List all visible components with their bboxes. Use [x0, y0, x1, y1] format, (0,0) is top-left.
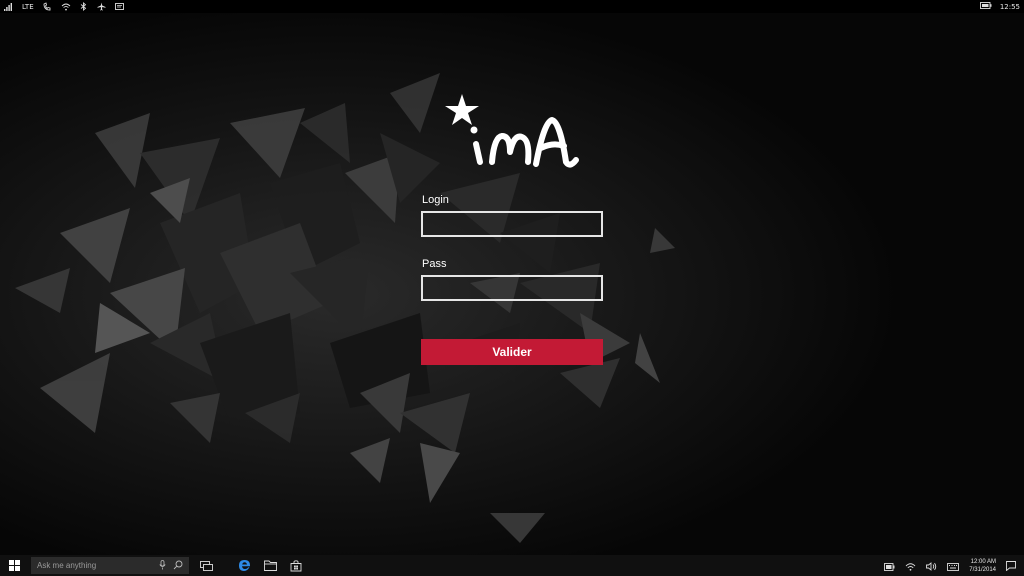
search-icon[interactable] [173, 560, 183, 572]
status-bar: LTE 12:55 [0, 0, 1024, 13]
tray-wifi-icon[interactable] [905, 556, 916, 575]
windows-icon [8, 560, 20, 571]
pass-label: Pass [422, 258, 447, 270]
notification-icon[interactable] [1006, 556, 1016, 575]
microphone-icon[interactable] [159, 560, 166, 572]
bluetooth-icon [79, 2, 88, 11]
volume-icon[interactable] [926, 556, 937, 575]
file-explorer-icon[interactable] [257, 555, 283, 576]
search-placeholder: Ask me anything [37, 561, 97, 570]
clock-time: 12:00 AM [970, 558, 996, 565]
taskbar: Ask me anything 12:00 AM 7/31/2014 [0, 555, 1024, 576]
start-button[interactable] [0, 555, 28, 576]
valider-button[interactable]: Valider [421, 339, 603, 365]
wifi-icon [61, 2, 70, 11]
login-input[interactable] [421, 211, 603, 237]
message-icon [114, 2, 124, 11]
battery-icon [979, 2, 992, 11]
edge-icon[interactable] [231, 555, 257, 576]
login-label: Login [422, 194, 449, 206]
system-tray: 12:00 AM 7/31/2014 [884, 556, 1024, 575]
search-box[interactable]: Ask me anything [31, 557, 189, 574]
clock-date: 7/31/2014 [969, 566, 996, 573]
store-icon[interactable] [283, 555, 309, 576]
task-view-icon[interactable] [193, 555, 219, 576]
status-time: 12:55 [999, 2, 1020, 11]
signal-icon [4, 2, 13, 11]
wifi-calling-icon [43, 2, 52, 11]
keyboard-icon[interactable] [947, 556, 960, 575]
tray-battery-icon[interactable] [884, 556, 895, 575]
ima-logo [445, 94, 579, 168]
airplane-icon [97, 2, 106, 11]
network-type-label: LTE [22, 2, 34, 11]
taskbar-clock[interactable]: 12:00 AM 7/31/2014 [969, 558, 996, 574]
password-input[interactable] [421, 275, 603, 301]
